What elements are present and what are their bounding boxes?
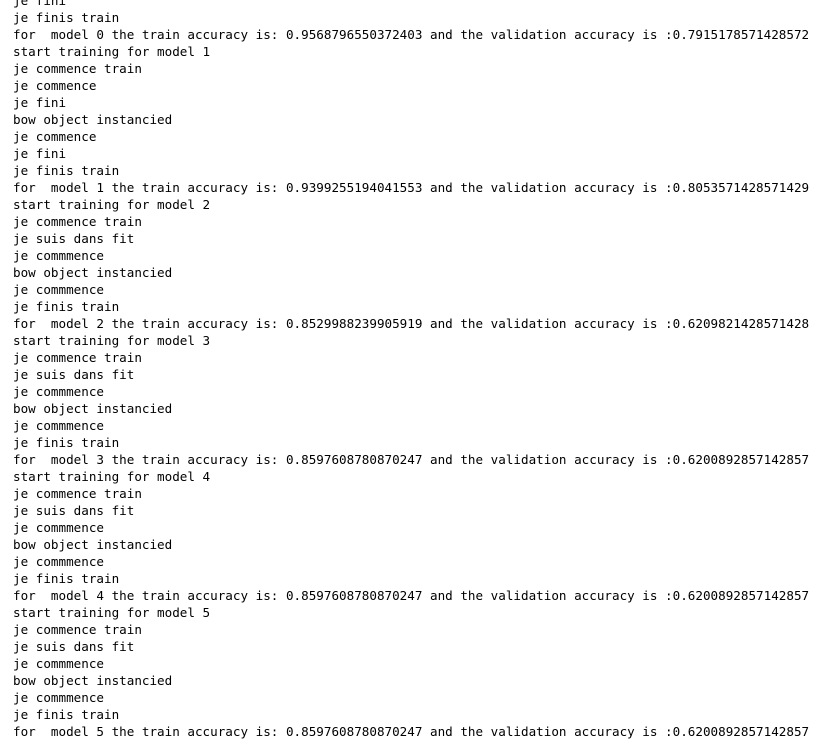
output-line: start training for model 5 [13,605,211,620]
output-line: start training for model 4 [13,469,211,484]
output-line: je commmence [13,554,104,569]
output-line: for model 4 the train accuracy is: 0.859… [13,588,810,603]
output-line: for model 5 the train accuracy is: 0.859… [13,724,810,739]
output-line: start training for model 2 [13,197,211,212]
output-line: je finis train [13,707,120,722]
output-line: je commmence [13,656,104,671]
output-line: je commmence [13,248,104,263]
output-line: bow object instancied [13,265,173,280]
output-line: je commmence [13,282,104,297]
output-line: je commmence [13,690,104,705]
output-line: for model 0 the train accuracy is: 0.956… [13,27,810,42]
output-line: je commmence [13,418,104,433]
output-line: je commence train [13,486,142,501]
output-line: je commence train [13,622,142,637]
output-line: je finis train [13,10,120,25]
output-line: je finis train [13,571,120,586]
output-line: je finis train [13,163,120,178]
output-line: je suis dans fit [13,231,135,246]
output-line: for model 1 the train accuracy is: 0.939… [13,180,810,195]
output-line: for model 3 the train accuracy is: 0.859… [13,452,810,467]
output-line: bow object instancied [13,537,173,552]
output-line: je commmence [13,384,104,399]
output-line: je commence train [13,214,142,229]
output-line: bow object instancied [13,401,173,416]
output-line: for model 2 the train accuracy is: 0.852… [13,316,810,331]
output-line: je fini [13,146,67,161]
output-line: je commence train [13,61,142,76]
output-line: je commmence [13,520,104,535]
output-line: bow object instancied [13,112,173,127]
output-line: je commence [13,78,97,93]
output-line: je commence [13,129,97,144]
output-line: start training for model 1 [13,44,211,59]
output-line: bow object instancied [13,673,173,688]
output-line: je suis dans fit [13,503,135,518]
output-line: je suis dans fit [13,367,135,382]
output-line: je commence train [13,350,142,365]
output-line: je finis train [13,299,120,314]
output-line: je suis dans fit [13,639,135,654]
output-line: start training for model 3 [13,333,211,348]
output-line: je fini [13,0,67,8]
cell-output-area: je fini je finis train for model 0 the t… [0,0,824,740]
output-line: je finis train [13,435,120,450]
output-line: je fini [13,95,67,110]
